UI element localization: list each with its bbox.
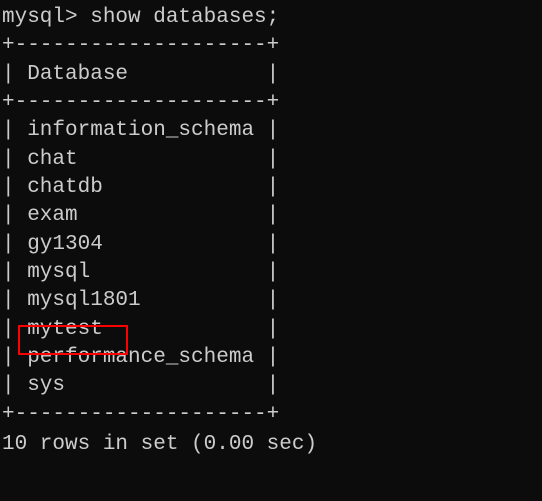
table-border-mid: +--------------------+ [2, 89, 540, 117]
table-row: | exam | [2, 202, 540, 230]
table-border-top: +--------------------+ [2, 32, 540, 60]
table-row: | mysql | [2, 259, 540, 287]
prompt-text: mysql> [2, 6, 90, 29]
header-suffix: | [128, 63, 279, 86]
header-prefix: | [2, 63, 27, 86]
table-row: | information_schema | [2, 117, 540, 145]
column-header: Database [27, 63, 128, 86]
table-rows-container: | information_schema || chat || chatdb |… [2, 117, 540, 400]
table-row: | performance_schema | [2, 344, 540, 372]
table-row: | chat | [2, 146, 540, 174]
table-row: | mytest | [2, 316, 540, 344]
result-summary: 10 rows in set (0.00 sec) [2, 431, 540, 459]
table-row: | gy1304 | [2, 231, 540, 259]
table-border-bottom: +--------------------+ [2, 401, 540, 429]
command-text: show databases; [90, 6, 279, 29]
table-header-row: | Database | [2, 61, 540, 89]
table-row: | chatdb | [2, 174, 540, 202]
table-row: | mysql1801 | [2, 287, 540, 315]
command-prompt-line[interactable]: mysql> show databases; [2, 4, 540, 32]
table-row: | sys | [2, 372, 540, 400]
